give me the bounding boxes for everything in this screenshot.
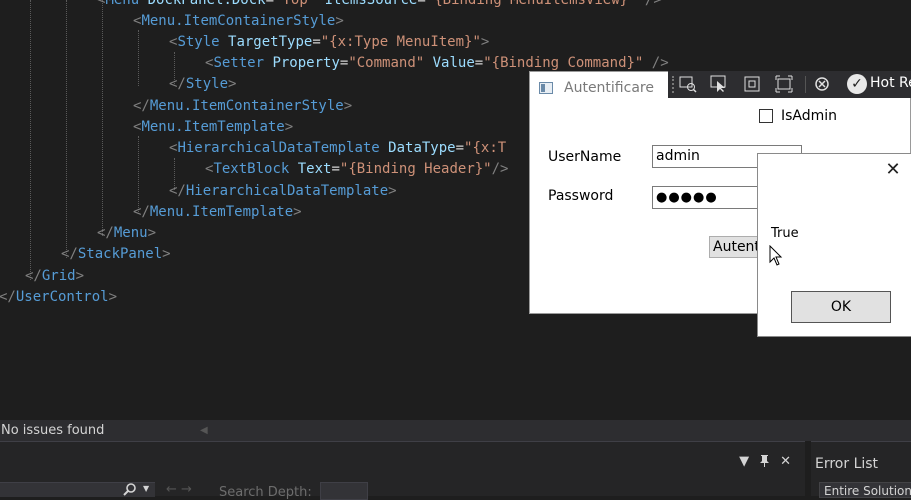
code-line: </HierarchicalDataTemplate>: [169, 183, 397, 199]
indent-guide: [66, 0, 67, 258]
error-list-title[interactable]: Error List: [815, 456, 878, 472]
select-element-icon[interactable]: [709, 75, 729, 95]
is-admin-label[interactable]: IsAdmin: [781, 108, 837, 124]
is-admin-checkbox[interactable]: [759, 109, 773, 123]
password-label: Password: [548, 188, 614, 204]
search-options-dropdown-icon[interactable]: ▼: [143, 484, 149, 493]
xaml-runtime-toolbar: ✓ Hot Reload: [668, 71, 911, 98]
close-icon[interactable]: ✕: [883, 160, 903, 180]
code-line: <HierarchicalDataTemplate DataType="{x:T: [169, 140, 507, 156]
search-depth-label: Search Depth:: [219, 485, 312, 500]
code-line: <Style TargetType="{x:Type MenuItem}">: [169, 34, 490, 50]
track-focused-element-icon[interactable]: [774, 75, 794, 95]
indent-guide: [138, 30, 139, 86]
editor-status-bar: No issues found ◀: [0, 420, 911, 441]
panel-window-controls: ▼ ✕: [739, 454, 791, 471]
live-visual-tree-icon[interactable]: [678, 75, 698, 95]
message-text: True: [771, 226, 799, 241]
code-line: </Menu>: [97, 225, 157, 241]
ok-button[interactable]: OK: [791, 291, 891, 323]
search-icon[interactable]: [123, 482, 137, 499]
scroll-left-arrow-icon[interactable]: ◀: [200, 420, 208, 441]
code-line: <TextBlock Text="{Binding Header}"/>: [205, 161, 509, 177]
code-line: <Menu.ItemContainerStyle>: [133, 13, 344, 29]
error-list-panel: Error List Entire Solution: [811, 441, 911, 498]
display-layout-adorners-icon[interactable]: [742, 75, 762, 95]
window-app-icon: [539, 82, 553, 94]
code-line: </Grid>: [25, 268, 85, 284]
indent-guide: [102, 0, 103, 236]
code-line: </Menu.ItemTemplate>: [133, 204, 302, 220]
binding-failures-icon[interactable]: [812, 75, 832, 95]
error-list-scope-select[interactable]: Entire Solution: [819, 482, 911, 498]
pin-icon[interactable]: [759, 454, 770, 471]
window-title: Autentificare: [564, 80, 654, 96]
toolbar-separator: [805, 76, 806, 93]
code-line: </Menu.ItemContainerStyle>: [133, 98, 353, 114]
code-line: <Menu.ItemTemplate>: [133, 119, 294, 135]
code-line: </Style>: [169, 76, 237, 92]
dropdown-arrow-icon[interactable]: ▼: [739, 454, 749, 471]
search-depth-select[interactable]: [320, 482, 368, 500]
hot-reload-check-icon[interactable]: ✓: [847, 74, 867, 94]
bottom-tool-panels: ▼ ✕ ▼ ← → Search Depth: Error List Entir…: [0, 441, 911, 500]
code-line: </UserControl>: [0, 289, 118, 305]
issues-status-text[interactable]: No issues found: [1, 420, 104, 441]
find-panel: ▼ ✕ ▼ ← → Search Depth:: [0, 441, 805, 500]
indent-guide: [138, 136, 139, 212]
indent-guide: [30, 0, 31, 280]
close-icon[interactable]: ✕: [780, 454, 791, 471]
mouse-cursor-icon: [769, 245, 783, 266]
code-line: </StackPanel>: [61, 246, 171, 262]
username-label: UserName: [548, 149, 622, 165]
code-line: <Menu DockPanel.Dock="Top" ItemsSource="…: [97, 0, 662, 8]
hot-reload-label[interactable]: Hot Reload: [870, 75, 911, 91]
